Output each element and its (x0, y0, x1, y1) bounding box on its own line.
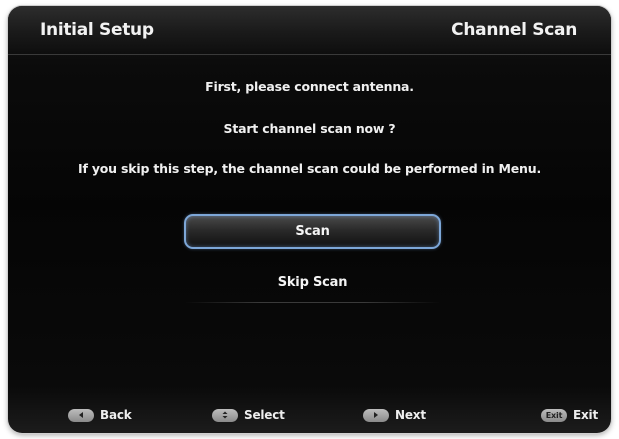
back-hint[interactable]: Back (68, 408, 132, 422)
footer-hints: Back Select Next Exit Exit (8, 401, 611, 433)
skip-info-message: If you skip this step, the channel scan … (78, 161, 541, 176)
scan-button[interactable]: Scan (184, 214, 441, 249)
menu-divider (184, 302, 441, 303)
select-label: Select (244, 408, 285, 422)
page-title: Initial Setup (40, 20, 154, 40)
left-arrow-key-icon (68, 408, 94, 422)
ok-key-icon (212, 408, 238, 422)
exit-key-icon: Exit (541, 408, 567, 422)
next-hint[interactable]: Next (363, 408, 426, 422)
back-label: Back (100, 408, 132, 422)
connect-antenna-message: First, please connect antenna. (205, 79, 414, 94)
section-title: Channel Scan (451, 20, 577, 40)
scan-prompt-message: Start channel scan now ? (223, 121, 396, 136)
right-arrow-key-icon (363, 408, 389, 422)
header-bar: Initial Setup Channel Scan (8, 6, 611, 55)
exit-label: Exit (573, 408, 598, 422)
setup-screen: Initial Setup Channel Scan First, please… (8, 6, 611, 433)
next-label: Next (395, 408, 426, 422)
skip-scan-button[interactable]: Skip Scan (184, 267, 441, 298)
exit-hint[interactable]: Exit Exit (541, 408, 598, 422)
select-hint[interactable]: Select (212, 408, 285, 422)
